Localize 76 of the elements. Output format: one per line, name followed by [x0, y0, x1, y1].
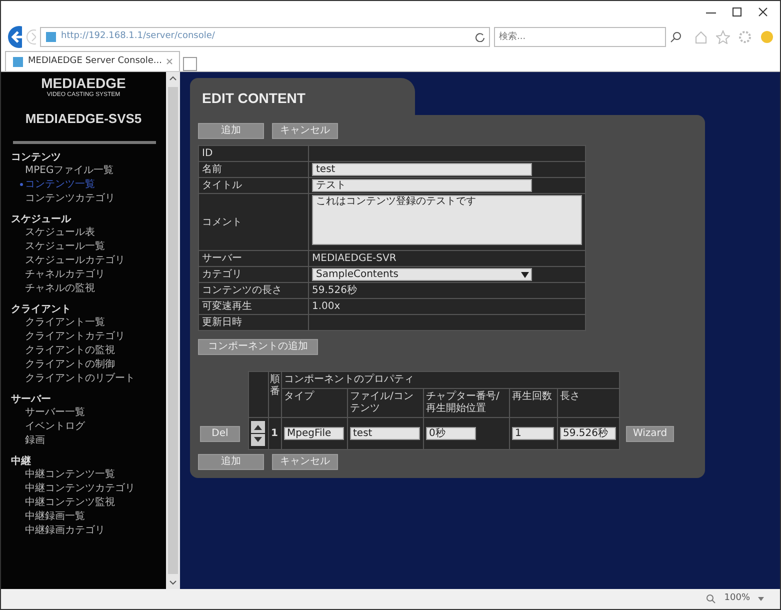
sidebar-heading: スケジュール: [10, 214, 72, 226]
column-header: チャプター番号/再生開始位置: [424, 388, 510, 418]
zoom-level[interactable]: 100%: [724, 592, 750, 606]
sidebar-item[interactable]: サーバー一覧: [1, 406, 166, 420]
input-field[interactable]: テスト: [312, 179, 532, 192]
column-header: ファイル/コンテンツ: [348, 388, 424, 418]
field-label: ID: [198, 146, 308, 162]
caret-icon: [521, 272, 529, 278]
column-header: 長さ: [558, 388, 620, 418]
sidebar-item[interactable]: クライアントの制御: [1, 358, 166, 372]
field-label: コメント: [198, 194, 308, 250]
caret-icon[interactable]: [758, 597, 764, 601]
sidebar-heading: クライアント: [10, 304, 72, 316]
input-field[interactable]: test: [312, 163, 532, 176]
column-header: 再生回数: [510, 388, 558, 418]
sidebar-item[interactable]: コンテンツ一覧: [1, 178, 166, 192]
sidebar-item[interactable]: クライアントのリブート: [1, 372, 166, 386]
sidebar-item[interactable]: クライアント一覧: [1, 316, 166, 330]
column-header: 順番: [268, 372, 282, 418]
comment-field[interactable]: これはコンテンツ登録のテストです: [312, 195, 582, 245]
sidebar-heading: サーバー: [10, 394, 52, 406]
sidebar-item[interactable]: コンテンツカテゴリ: [1, 192, 166, 206]
column-header: コンポーネントのプロパティ: [282, 372, 620, 388]
sidebar-item[interactable]: スケジュール表: [1, 226, 166, 240]
scroll-down-icon[interactable]: [169, 580, 177, 586]
back-arrow-icon[interactable]: [7, 25, 22, 49]
page-icon: [12, 56, 24, 68]
address-text: http://192.168.1.1/server/console/: [61, 30, 215, 44]
close-icon[interactable]: [758, 7, 768, 17]
sidebar-item[interactable]: 中継コンテンツ一覧: [1, 468, 166, 482]
sidebar-item[interactable]: イベントログ: [1, 420, 166, 434]
field-value: 1.00x: [308, 298, 586, 314]
field-value: MEDIAEDGE-SVR: [308, 250, 586, 266]
field-label: カテゴリ: [198, 266, 308, 282]
move-down-icon[interactable]: [251, 434, 265, 446]
maximize-icon[interactable]: [732, 7, 742, 17]
sidebar-item[interactable]: 中継コンテンツカテゴリ: [1, 482, 166, 496]
sidebar-item[interactable]: クライアントの監視: [1, 344, 166, 358]
move-up-icon[interactable]: [251, 421, 265, 433]
field-label: 更新日時: [198, 314, 308, 330]
sidebar-item[interactable]: 中継録画カテゴリ: [1, 524, 166, 538]
column-header: タイプ: [282, 388, 348, 418]
sidebar-item[interactable]: クライアントカテゴリ: [1, 330, 166, 344]
star-icon[interactable]: [716, 30, 730, 44]
input-field[interactable]: 1: [512, 427, 554, 440]
field-label: コンテンツの長さ: [198, 282, 308, 298]
field-value: 59.526秒: [308, 282, 586, 298]
page-icon: [45, 31, 57, 43]
sidebar-item[interactable]: スケジュールカテゴリ: [1, 254, 166, 268]
search-field[interactable]: 検索...: [494, 27, 666, 47]
sidebar-heading: 中継: [10, 456, 32, 468]
sidebar-item[interactable]: スケジュール一覧: [1, 240, 166, 254]
input-field[interactable]: 59.526秒: [560, 427, 616, 440]
scroll-up-icon[interactable]: [169, 75, 177, 81]
sidebar-item[interactable]: 録画: [1, 434, 166, 448]
input-field[interactable]: 0秒: [426, 427, 476, 440]
browser-tab[interactable]: MEDIAEDGE Server Console...: [5, 51, 180, 71]
sidebar-item[interactable]: 中継コンテンツ監視: [1, 496, 166, 510]
sidebar-item[interactable]: チャネルカテゴリ: [1, 268, 166, 282]
field-label: タイトル: [198, 178, 308, 194]
server-name: MEDIAEDGE-SVS5: [24, 112, 143, 125]
refresh-icon[interactable]: [475, 32, 485, 42]
sidebar-item[interactable]: 中継録画一覧: [1, 510, 166, 524]
sidebar-item[interactable]: MPEGファイル一覧: [1, 164, 166, 178]
field-label: 可変速再生: [198, 298, 308, 314]
input-field[interactable]: MpegFile: [284, 427, 344, 440]
category-select[interactable]: SampleContents: [312, 268, 532, 281]
zoom-icon[interactable]: [706, 594, 716, 604]
field-label: 名前: [198, 162, 308, 178]
sidebar-item[interactable]: チャネルの監視: [1, 282, 166, 296]
input-field[interactable]: test: [350, 427, 420, 440]
sidebar-heading: コンテンツ: [10, 152, 62, 164]
search-icon[interactable]: [670, 31, 682, 43]
field-label: サーバー: [198, 250, 308, 266]
new-tab-button[interactable]: [183, 57, 198, 71]
brand-logo: MEDIAEDGE: [40, 76, 127, 90]
